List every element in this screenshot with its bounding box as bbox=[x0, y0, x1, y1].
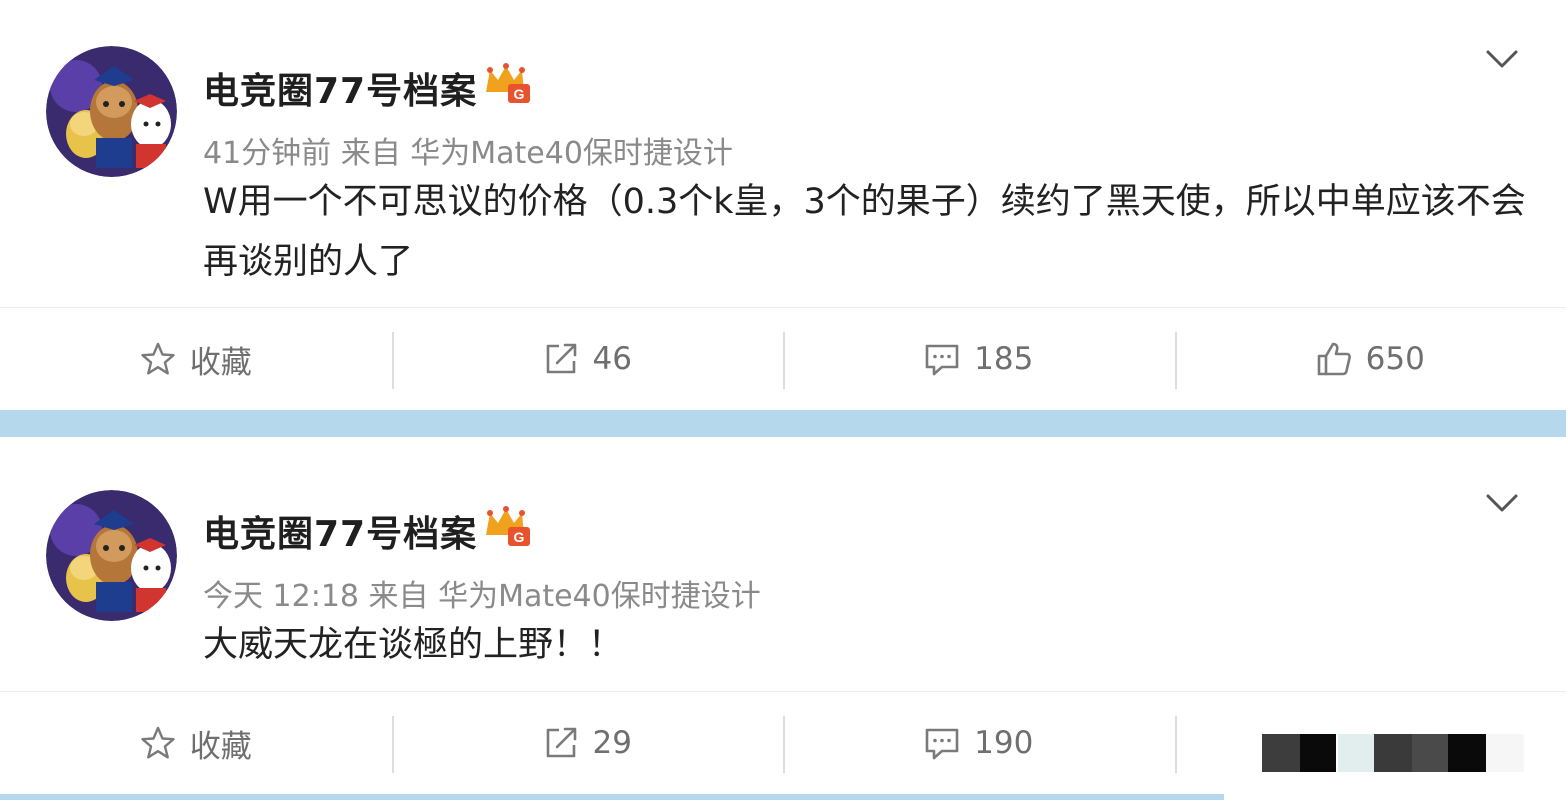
comment-button[interactable]: 185 bbox=[783, 314, 1175, 404]
star-icon bbox=[141, 342, 175, 375]
favorite-label: 收藏 bbox=[189, 728, 252, 765]
chevron-down-icon[interactable] bbox=[1484, 492, 1520, 516]
star-icon bbox=[141, 726, 175, 759]
post-meta: 今天 12:18 来自 华为Mate40保时捷设计 bbox=[203, 579, 761, 614]
post-separator bbox=[0, 410, 1566, 437]
divider bbox=[0, 307, 1566, 308]
mosaic-tile bbox=[1486, 734, 1524, 772]
mosaic-tile bbox=[1374, 734, 1412, 772]
username[interactable]: 电竞圈77号档案 bbox=[203, 505, 477, 557]
chevron-down-icon[interactable] bbox=[1484, 48, 1520, 72]
comment-icon bbox=[925, 728, 959, 760]
svg-text:G: G bbox=[514, 529, 525, 545]
like-button[interactable]: 650 bbox=[1174, 314, 1566, 404]
weibo-feed: 电竞圈77号档案 G 41分钟前 来自 华为Mate40保时捷设计 W用一个不可… bbox=[0, 0, 1566, 800]
username[interactable]: 电竞圈77号档案 bbox=[203, 62, 477, 114]
post-meta: 41分钟前 来自 华为Mate40保时捷设计 bbox=[203, 136, 733, 171]
mosaic-tile bbox=[1300, 734, 1336, 772]
vip-crown-badge-icon: G bbox=[484, 505, 532, 547]
share-count: 29 bbox=[592, 725, 632, 761]
post-card: 电竞圈77号档案 G 41分钟前 来自 华为Mate40保时捷设计 W用一个不可… bbox=[0, 0, 1566, 410]
thumbs-up-icon bbox=[1317, 342, 1351, 376]
post-separator bbox=[0, 794, 1224, 800]
post-content: W用一个不可思议的价格（0.3个k皇，3个的果子）续约了黑天使，所以中单应该不会… bbox=[203, 182, 1526, 282]
avatar[interactable] bbox=[46, 46, 177, 177]
svg-text:G: G bbox=[514, 86, 525, 102]
action-bar: 收藏 46 185 650 bbox=[0, 314, 1566, 404]
comment-icon bbox=[925, 344, 959, 376]
post-content: 大威天龙在谈極的上野！！ bbox=[203, 625, 624, 665]
like-count: 650 bbox=[1365, 341, 1425, 377]
share-button[interactable]: 29 bbox=[391, 698, 784, 788]
share-count: 46 bbox=[592, 341, 632, 377]
comment-count: 190 bbox=[974, 725, 1034, 761]
mosaic-tile bbox=[1338, 734, 1374, 772]
share-icon bbox=[546, 343, 576, 374]
share-icon bbox=[546, 727, 576, 758]
avatar[interactable] bbox=[46, 490, 177, 621]
divider bbox=[0, 691, 1566, 692]
mosaic-tile bbox=[1412, 734, 1448, 772]
favorite-label: 收藏 bbox=[189, 344, 252, 381]
redaction-mosaic bbox=[1224, 716, 1566, 800]
favorite-button[interactable]: 收藏 bbox=[0, 314, 392, 404]
share-button[interactable]: 46 bbox=[391, 314, 784, 404]
favorite-button[interactable]: 收藏 bbox=[0, 698, 392, 788]
mosaic-tile bbox=[1262, 734, 1300, 772]
comment-button[interactable]: 190 bbox=[783, 698, 1175, 788]
vip-crown-badge-icon: G bbox=[484, 62, 532, 104]
comment-count: 185 bbox=[974, 341, 1034, 377]
mosaic-tile bbox=[1448, 734, 1486, 772]
